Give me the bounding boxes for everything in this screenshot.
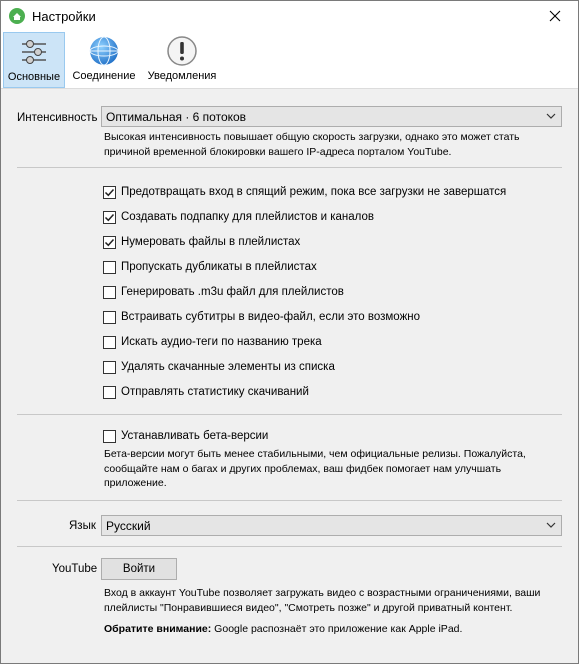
sliders-icon xyxy=(18,36,50,68)
note-text: Google распознаёт это приложение как App… xyxy=(211,623,463,635)
language-dropdown[interactable]: Русский xyxy=(101,515,562,536)
tab-notifications[interactable]: Уведомления xyxy=(145,32,219,88)
divider xyxy=(17,414,562,415)
close-button[interactable] xyxy=(532,1,578,31)
youtube-label: YouTube xyxy=(52,563,98,575)
option-generate-m3u[interactable]: Генерировать .m3u файл для плейлистов xyxy=(103,284,344,300)
app-logo-icon xyxy=(9,8,25,24)
option-skip-duplicates[interactable]: Пропускать дубликаты в плейлистах xyxy=(103,259,317,275)
note-label: Обратите внимание: xyxy=(104,623,212,635)
tab-general-label: Основные xyxy=(7,71,61,83)
chevron-down-icon xyxy=(546,113,556,119)
intensity-dropdown[interactable]: Оптимальная · 6 потоков xyxy=(101,106,562,127)
checkbox[interactable] xyxy=(103,185,116,199)
youtube-description: Вход в аккаунт YouTube позволяет загружа… xyxy=(104,587,541,614)
option-search-audio-tags[interactable]: Искать аудио-теги по названию трека xyxy=(103,334,322,350)
option-prevent-sleep[interactable]: Предотвращать вход в спящий режим, пока … xyxy=(103,184,506,200)
intensity-description: Высокая интенсивность повышает общую ско… xyxy=(104,131,520,158)
option-label: Отправлять статистику скачиваний xyxy=(121,386,309,398)
option-label: Удалять скачанные элементы из списка xyxy=(121,361,335,373)
option-label: Устанавливать бета-версии xyxy=(121,430,269,442)
checkmark-icon xyxy=(104,213,115,221)
option-embed-subtitles[interactable]: Встраивать субтитры в видео-файл, если э… xyxy=(103,309,420,325)
option-label: Искать аудио-теги по названию трека xyxy=(121,336,322,348)
beta-description: Бета-версии могут быть менее стабильными… xyxy=(104,448,526,489)
option-remove-downloaded[interactable]: Удалять скачанные элементы из списка xyxy=(103,359,335,375)
checkbox[interactable] xyxy=(103,260,116,274)
option-number-files[interactable]: Нумеровать файлы в плейлистах xyxy=(103,234,300,250)
checkbox[interactable] xyxy=(103,210,116,224)
divider xyxy=(17,167,562,168)
option-label: Встраивать субтитры в видео-файл, если э… xyxy=(121,311,421,323)
tab-connection-label: Соединение xyxy=(72,70,136,82)
language-label: Язык xyxy=(69,520,96,532)
checkbox[interactable] xyxy=(103,385,116,399)
intensity-value: Оптимальная · 6 потоков xyxy=(106,109,247,124)
tab-connection[interactable]: Соединение xyxy=(68,32,140,88)
option-label: Предотвращать вход в спящий режим, пока … xyxy=(121,186,507,198)
option-create-subfolder[interactable]: Создавать подпапку для плейлистов и кана… xyxy=(103,209,374,225)
option-send-statistics[interactable]: Отправлять статистику скачиваний xyxy=(103,384,309,400)
chevron-down-icon xyxy=(546,522,556,528)
tab-general[interactable]: Основные xyxy=(3,32,65,88)
settings-window: Настройки Основные Соединение Уведомлени… xyxy=(0,0,579,664)
option-install-beta[interactable]: Устанавливать бета-версии xyxy=(103,428,268,444)
checkbox[interactable] xyxy=(103,310,116,324)
settings-toolbar: Основные Соединение Уведомления xyxy=(1,31,578,89)
checkmark-icon xyxy=(104,188,115,196)
checkmark-icon xyxy=(104,238,115,246)
option-label: Создавать подпапку для плейлистов и кана… xyxy=(121,211,375,223)
checkbox[interactable] xyxy=(103,335,116,349)
window-title: Настройки xyxy=(32,9,96,24)
checkbox[interactable] xyxy=(103,235,116,249)
option-label: Генерировать .m3u файл для плейлистов xyxy=(121,286,344,298)
language-value: Русский xyxy=(106,518,151,533)
youtube-login-button[interactable]: Войти xyxy=(101,558,177,580)
option-label: Нумеровать файлы в плейлистах xyxy=(121,236,301,248)
checkbox[interactable] xyxy=(103,285,116,299)
exclamation-icon xyxy=(166,35,198,67)
globe-icon xyxy=(88,35,120,67)
close-icon xyxy=(549,10,561,22)
youtube-note: Обратите внимание: Google распознаёт это… xyxy=(104,622,462,637)
title-bar: Настройки xyxy=(1,1,578,31)
option-label: Пропускать дубликаты в плейлистах xyxy=(121,261,317,273)
intensity-label: Интенсивность xyxy=(17,112,98,124)
checkbox[interactable] xyxy=(103,429,116,443)
checkbox[interactable] xyxy=(103,360,116,374)
divider xyxy=(17,500,562,501)
tab-notifications-label: Уведомления xyxy=(147,70,217,82)
divider xyxy=(17,546,562,547)
